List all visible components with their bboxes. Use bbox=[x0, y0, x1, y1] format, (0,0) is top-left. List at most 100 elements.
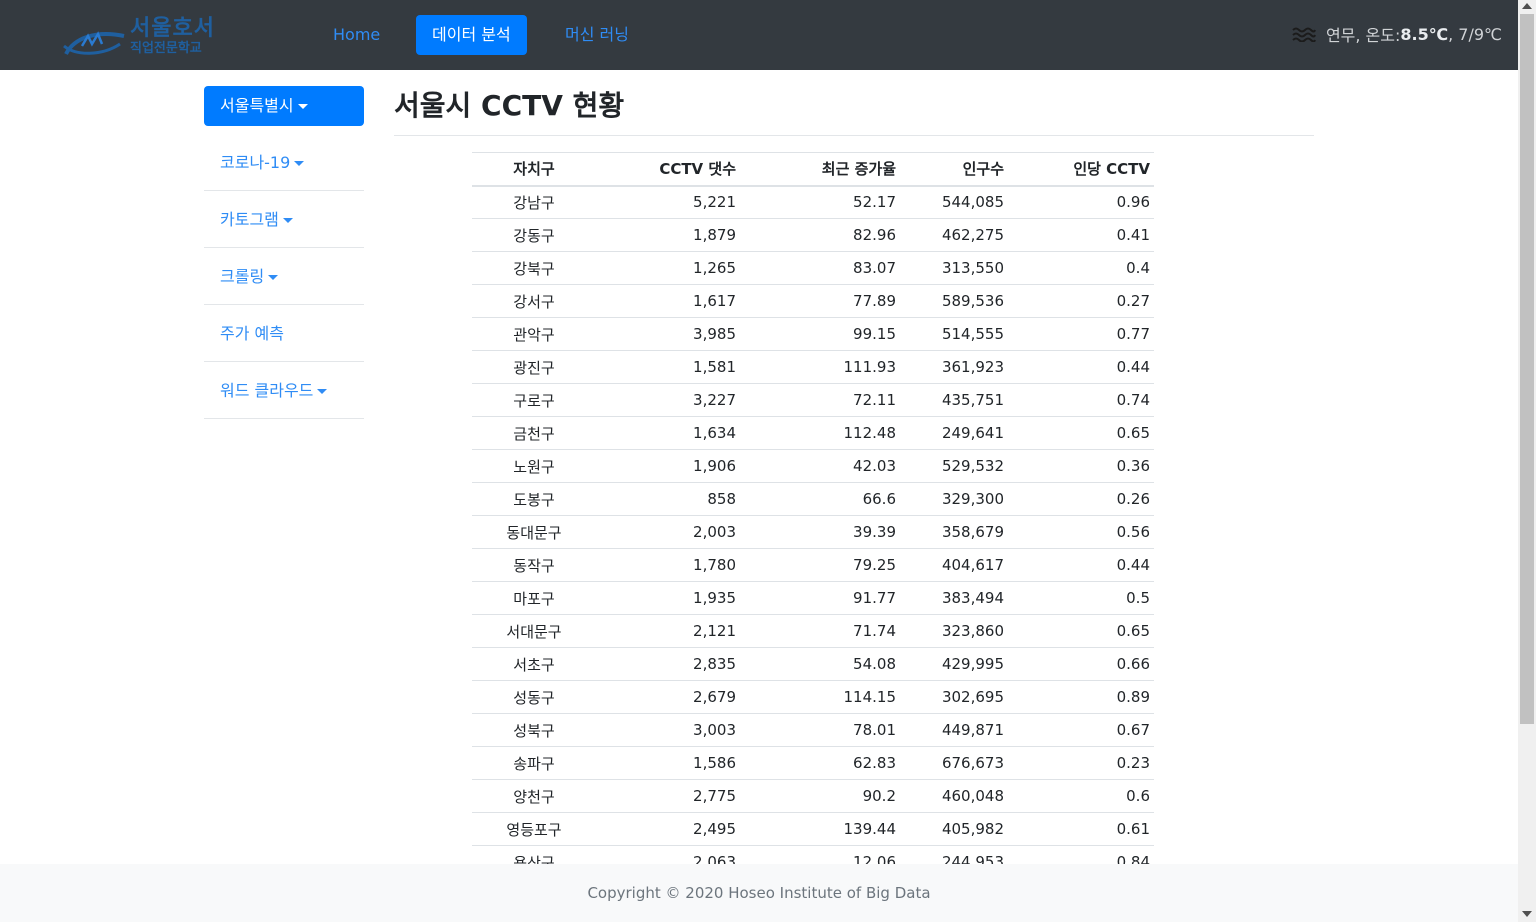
nav-data-analysis[interactable]: 데이터 분석 bbox=[416, 15, 527, 55]
cell-cctv-per-capita: 0.23 bbox=[1008, 746, 1154, 780]
table-row: 서대문구 2,121 71.74 323,860 0.65 bbox=[472, 614, 1154, 648]
scroll-down-arrow-icon[interactable] bbox=[1522, 911, 1532, 917]
table-row: 성동구 2,679 114.15 302,695 0.89 bbox=[472, 680, 1154, 714]
cell-population: 244,953 bbox=[900, 845, 1008, 864]
cell-growth-rate: 12.06 bbox=[740, 845, 900, 864]
logo-subtitle: 직업전문학교 bbox=[130, 41, 202, 56]
table-row: 관악구 3,985 99.15 514,555 0.77 bbox=[472, 317, 1154, 351]
table-row: 영등포구 2,495 139.44 405,982 0.61 bbox=[472, 812, 1154, 846]
cell-population: 323,860 bbox=[900, 614, 1008, 648]
cell-cctv-count: 1,780 bbox=[596, 548, 740, 582]
cell-cctv-count: 1,586 bbox=[596, 746, 740, 780]
scrollbar-thumb[interactable] bbox=[1520, 14, 1534, 724]
cell-district: 관악구 bbox=[472, 317, 596, 351]
scroll-up-arrow-icon[interactable] bbox=[1522, 3, 1532, 9]
table-row: 서초구 2,835 54.08 429,995 0.66 bbox=[472, 647, 1154, 681]
cell-cctv-count: 1,581 bbox=[596, 350, 740, 384]
cell-district: 강서구 bbox=[472, 284, 596, 318]
title-divider bbox=[394, 135, 1314, 136]
cell-district: 영등포구 bbox=[472, 812, 596, 846]
column-header-district: 자치구 bbox=[472, 152, 596, 187]
page-title: 서울시 CCTV 현황 bbox=[394, 89, 625, 122]
table-row: 강서구 1,617 77.89 589,536 0.27 bbox=[472, 284, 1154, 318]
cell-population: 361,923 bbox=[900, 350, 1008, 384]
cell-growth-rate: 54.08 bbox=[740, 647, 900, 681]
sidebar-item-covid19[interactable]: 코로나-19 bbox=[204, 134, 364, 191]
page-scrollbar[interactable] bbox=[1518, 0, 1536, 922]
sidebar-item-word-cloud[interactable]: 워드 클라우드 bbox=[204, 362, 364, 419]
cell-cctv-per-capita: 0.6 bbox=[1008, 779, 1154, 813]
weather-temp: 8.5℃ bbox=[1400, 24, 1449, 44]
cell-cctv-count: 3,227 bbox=[596, 383, 740, 417]
cell-population: 514,555 bbox=[900, 317, 1008, 351]
mist-icon bbox=[1292, 26, 1316, 43]
cell-growth-rate: 77.89 bbox=[740, 284, 900, 318]
cell-cctv-count: 1,906 bbox=[596, 449, 740, 483]
cell-district: 강북구 bbox=[472, 251, 596, 285]
cell-growth-rate: 71.74 bbox=[740, 614, 900, 648]
cell-growth-rate: 111.93 bbox=[740, 350, 900, 384]
sidebar-item-stock-prediction[interactable]: 주가 예측 bbox=[204, 305, 364, 362]
cell-cctv-per-capita: 0.67 bbox=[1008, 713, 1154, 747]
cell-cctv-per-capita: 0.26 bbox=[1008, 482, 1154, 516]
cell-cctv-per-capita: 0.84 bbox=[1008, 845, 1154, 864]
footer: Copyright © 2020 Hoseo Institute of Big … bbox=[0, 864, 1518, 922]
table-row: 양천구 2,775 90.2 460,048 0.6 bbox=[472, 779, 1154, 813]
cell-cctv-per-capita: 0.4 bbox=[1008, 251, 1154, 285]
cell-population: 449,871 bbox=[900, 713, 1008, 747]
table-row: 마포구 1,935 91.77 383,494 0.5 bbox=[472, 581, 1154, 615]
sidebar-item-label: 주가 예측 bbox=[220, 324, 284, 343]
weather-condition: 연무, 온도: bbox=[1325, 26, 1401, 45]
cell-cctv-per-capita: 0.65 bbox=[1008, 614, 1154, 648]
table-row: 구로구 3,227 72.11 435,751 0.74 bbox=[472, 383, 1154, 417]
cell-cctv-count: 2,121 bbox=[596, 614, 740, 648]
cell-population: 383,494 bbox=[900, 581, 1008, 615]
cell-growth-rate: 39.39 bbox=[740, 515, 900, 549]
cell-cctv-count: 1,879 bbox=[596, 218, 740, 252]
cell-district: 광진구 bbox=[472, 350, 596, 384]
sidebar: 서울특별시 코로나-19 카토그램 크롤링 주가 예측 워드 클라우드 bbox=[204, 86, 364, 419]
table-row: 송파구 1,586 62.83 676,673 0.23 bbox=[472, 746, 1154, 780]
cell-cctv-count: 1,935 bbox=[596, 581, 740, 615]
cell-population: 358,679 bbox=[900, 515, 1008, 549]
cell-cctv-count: 2,775 bbox=[596, 779, 740, 813]
cell-population: 405,982 bbox=[900, 812, 1008, 846]
column-header-population: 인구수 bbox=[900, 152, 1008, 187]
sidebar-item-crawling[interactable]: 크롤링 bbox=[204, 248, 364, 305]
cell-cctv-count: 2,003 bbox=[596, 515, 740, 549]
sidebar-item-seoul[interactable]: 서울특별시 bbox=[204, 86, 364, 126]
table-row: 금천구 1,634 112.48 249,641 0.65 bbox=[472, 416, 1154, 450]
table-row: 강북구 1,265 83.07 313,550 0.4 bbox=[472, 251, 1154, 285]
nav-home[interactable]: Home bbox=[333, 15, 380, 55]
cell-district: 용산구 bbox=[472, 845, 596, 864]
cell-population: 404,617 bbox=[900, 548, 1008, 582]
sidebar-item-cartogram[interactable]: 카토그램 bbox=[204, 191, 364, 248]
cell-district: 양천구 bbox=[472, 779, 596, 813]
cctv-table: 자치구 CCTV 댓수 최근 증가율 인구수 인당 CCTV 강남구 5,221 5… bbox=[472, 152, 1154, 864]
table-row: 강남구 5,221 52.17 544,085 0.96 bbox=[472, 185, 1154, 219]
cell-cctv-count: 2,679 bbox=[596, 680, 740, 714]
copyright-text: Copyright © 2020 Hoseo Institute of Big … bbox=[587, 884, 931, 902]
caret-down-icon bbox=[317, 389, 328, 394]
cell-district: 도봉구 bbox=[472, 482, 596, 516]
school-logo[interactable]: 서울호서 직업전문학교 bbox=[62, 10, 232, 60]
table-row: 용산구 2,063 12.06 244,953 0.84 bbox=[472, 845, 1154, 864]
cell-growth-rate: 82.96 bbox=[740, 218, 900, 252]
cell-population: 529,532 bbox=[900, 449, 1008, 483]
cell-growth-rate: 52.17 bbox=[740, 185, 900, 219]
cell-cctv-count: 2,063 bbox=[596, 845, 740, 864]
cell-cctv-per-capita: 0.65 bbox=[1008, 416, 1154, 450]
cell-district: 서초구 bbox=[472, 647, 596, 681]
cell-cctv-count: 1,634 bbox=[596, 416, 740, 450]
column-header-cctv-per-capita: 인당 CCTV bbox=[1008, 152, 1154, 187]
cell-cctv-count: 1,617 bbox=[596, 284, 740, 318]
column-header-cctv-count: CCTV 댓수 bbox=[596, 152, 740, 187]
cell-cctv-per-capita: 0.66 bbox=[1008, 647, 1154, 681]
cell-district: 강동구 bbox=[472, 218, 596, 252]
cell-district: 마포구 bbox=[472, 581, 596, 615]
sidebar-item-label: 카토그램 bbox=[220, 210, 279, 229]
cell-growth-rate: 90.2 bbox=[740, 779, 900, 813]
nav-machine-learning[interactable]: 머신 러닝 bbox=[565, 15, 629, 55]
cell-growth-rate: 72.11 bbox=[740, 383, 900, 417]
cell-population: 544,085 bbox=[900, 185, 1008, 219]
